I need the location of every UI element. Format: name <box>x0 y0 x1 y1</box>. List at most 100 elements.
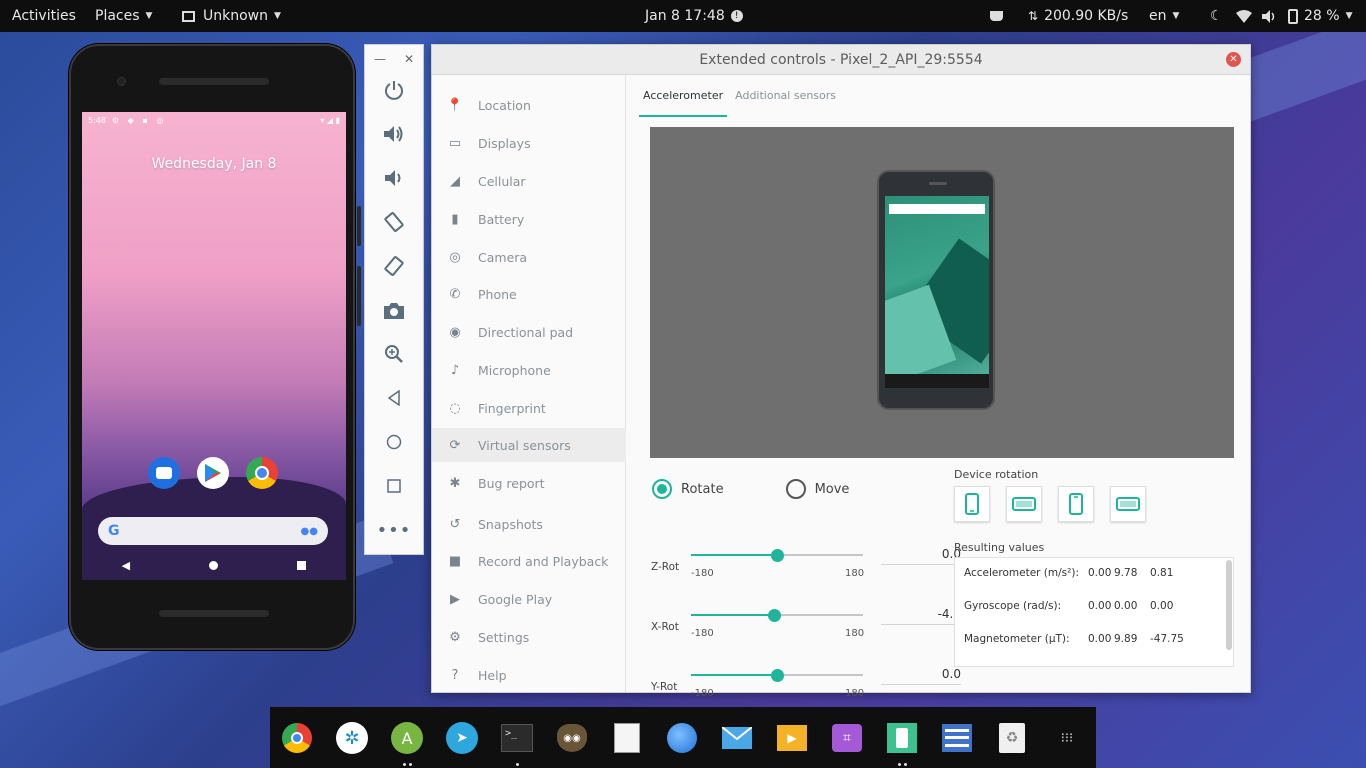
sidebar-item-cellular[interactable]: ◢ Cellular <box>432 164 626 198</box>
sidebar-item-microphone[interactable]: ♪ Microphone <box>432 353 626 387</box>
zoom-icon[interactable] <box>365 336 423 372</box>
power-key[interactable] <box>357 206 361 246</box>
terminal-dock-icon[interactable]: >_ <box>500 721 534 755</box>
close-icon[interactable]: ✕ <box>1226 52 1241 67</box>
volume-icon[interactable] <box>1262 0 1278 32</box>
sidebar-item-location[interactable]: 📍 Location <box>432 88 626 122</box>
play-store-app-icon[interactable] <box>197 457 229 489</box>
minimize-icon[interactable]: — <box>374 52 386 66</box>
microphone-icon: ♪ <box>450 362 460 378</box>
z-rot-slider[interactable] <box>691 549 863 562</box>
device-model[interactable] <box>877 170 995 410</box>
sidebar-item-directional-pad[interactable]: ◉ Directional pad <box>432 315 626 349</box>
sidebar-item-bug-report[interactable]: ✱ Bug report <box>432 466 626 500</box>
sidebar-item-label: Snapshots <box>478 516 543 532</box>
reverse-portrait-rotation-button[interactable] <box>1058 486 1094 522</box>
home-nav-icon[interactable] <box>209 560 219 570</box>
sidebar-item-settings[interactable]: ⚙ Settings <box>432 620 626 654</box>
sidebar-item-fingerprint[interactable]: ◌ Fingerprint <box>432 391 626 425</box>
earpiece-speaker <box>159 78 269 85</box>
sidebar-item-virtual-sensors[interactable]: ⟳ Virtual sensors <box>432 428 626 462</box>
assistant-icon[interactable]: ●● <box>301 526 318 537</box>
android-studio-dock-icon[interactable]: A <box>390 721 424 755</box>
browser-dock-icon[interactable] <box>665 721 699 755</box>
google-search-bar[interactable]: G ●● <box>98 517 328 545</box>
rotate-right-icon[interactable] <box>365 248 423 284</box>
overview-icon[interactable] <box>365 468 423 504</box>
home-icon[interactable] <box>365 424 423 460</box>
phone-screen[interactable]: 5:48 ⚙ ◆ ▪ ◎ ▾ ◢ ▮ Wednesday, Jan 8 G ●●… <box>82 112 346 580</box>
slider-thumb[interactable] <box>768 609 782 622</box>
more-icon[interactable]: ••• <box>365 512 423 548</box>
text-editor-dock-icon[interactable] <box>610 721 644 755</box>
back-nav-icon[interactable]: ◀ <box>122 559 130 572</box>
sidebar-item-label: Microphone <box>478 362 551 378</box>
device-3d-viewport[interactable] <box>650 127 1234 458</box>
close-icon[interactable]: ✕ <box>404 52 414 66</box>
sidebar-item-battery[interactable]: ▮ Battery <box>432 202 626 236</box>
y-rot-slider[interactable] <box>691 669 863 682</box>
app-window-icon <box>182 10 195 22</box>
display-icon: ▭ <box>448 135 462 151</box>
video-player-dock-icon[interactable]: ▶ <box>775 721 809 755</box>
wifi-icon[interactable] <box>1236 0 1252 32</box>
task-manager-dock-icon[interactable] <box>940 721 974 755</box>
volume-up-icon[interactable] <box>365 116 423 152</box>
virtual-sensors-icon: ⟳ <box>449 437 461 453</box>
slider-value-field[interactable]: 0.0 <box>881 667 961 685</box>
sidebar-item-label: Google Play <box>478 591 553 607</box>
mail-dock-icon[interactable] <box>720 721 754 755</box>
app-grid-icon[interactable]: ⁝⁝⁝ <box>1050 721 1084 755</box>
landscape-rotation-button[interactable] <box>1006 486 1042 522</box>
tab-additional-sensors[interactable]: Additional sensors <box>731 89 840 117</box>
slider-thumb[interactable] <box>770 669 784 682</box>
screenshot-tool-dock-icon[interactable]: ⌗ <box>830 721 864 755</box>
language-menu[interactable]: en ▼ <box>1149 0 1179 32</box>
clock[interactable]: Jan 8 17:48 ! <box>645 0 743 32</box>
sidebar-item-camera[interactable]: ◎ Camera <box>432 240 626 274</box>
coffee-cup-icon[interactable] <box>990 0 1003 32</box>
sidebar-item-phone[interactable]: ✆ Phone <box>432 277 626 311</box>
coral-app-dock-icon[interactable]: ✲ <box>335 721 369 755</box>
power-icon[interactable] <box>365 72 423 108</box>
night-mode-icon[interactable]: ☾ <box>1210 0 1223 32</box>
running-indicator <box>409 763 412 766</box>
tab-accelerometer[interactable]: Accelerometer <box>639 89 728 117</box>
portrait-rotation-button[interactable] <box>954 486 990 522</box>
slider-label: Z-Rot <box>651 561 680 573</box>
slider-value-field[interactable]: 0.0 <box>881 547 961 565</box>
battery-status[interactable]: 28 % ▼ <box>1288 0 1353 32</box>
sidebar-item-snapshots[interactable]: ↺ Snapshots <box>432 507 626 541</box>
sidebar-item-label: Camera <box>478 249 528 265</box>
screenshot-camera-icon[interactable] <box>365 292 423 328</box>
move-radio[interactable] <box>785 479 806 499</box>
places-menu[interactable]: Places ▼ <box>95 0 152 32</box>
activities-button[interactable]: Activities <box>12 0 76 32</box>
home-date: Wednesday, Jan 8 <box>151 156 277 172</box>
slider-min: -180 <box>691 688 714 699</box>
sidebar-item-displays[interactable]: ▭ Displays <box>432 126 626 160</box>
chrome-dock-icon[interactable] <box>280 721 314 755</box>
reverse-landscape-rotation-button[interactable] <box>1110 486 1146 522</box>
gimp-dock-icon[interactable]: ◉◉ <box>555 721 589 755</box>
sidebar-item-help[interactable]: ? Help <box>432 658 626 692</box>
messages-app-icon[interactable] <box>148 457 180 489</box>
recents-nav-icon[interactable] <box>297 560 307 570</box>
results-scrollbar[interactable] <box>1226 560 1232 650</box>
x-rot-slider[interactable] <box>691 609 863 622</box>
slider-thumb[interactable] <box>770 549 784 562</box>
sidebar-item-label: Help <box>478 667 507 683</box>
telegram-dock-icon[interactable]: ➤ <box>445 721 479 755</box>
rotate-left-icon[interactable] <box>365 204 423 240</box>
recycle-bin-dock-icon[interactable]: ♻ <box>995 721 1029 755</box>
emulator-dock-icon[interactable] <box>885 721 919 755</box>
app-menu[interactable]: Unknown ▼ <box>182 0 281 32</box>
sidebar-item-record-and-playback[interactable]: ■ Record and Playback <box>432 544 626 578</box>
volume-key[interactable] <box>357 266 361 326</box>
rotate-radio[interactable] <box>652 479 672 499</box>
slider-value-field[interactable]: -4.8 <box>881 607 961 625</box>
back-icon[interactable] <box>365 380 423 416</box>
volume-down-icon[interactable] <box>365 160 423 196</box>
chrome-app-icon[interactable] <box>246 457 278 489</box>
sidebar-item-google-play[interactable]: ▶ Google Play <box>432 582 626 616</box>
